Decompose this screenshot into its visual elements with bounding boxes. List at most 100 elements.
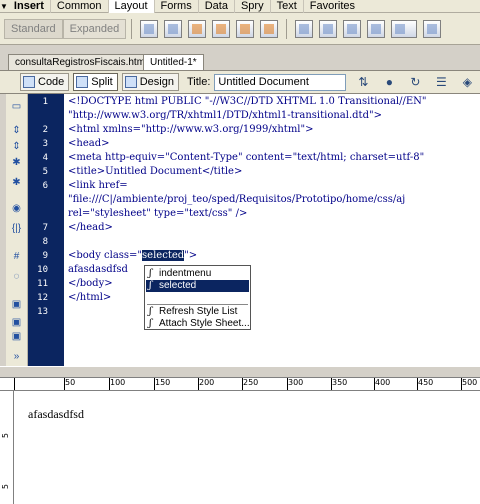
- code-view-label: Code: [38, 76, 65, 88]
- line-number-gutter: 1 2 3 4 5 6 7 8 9 − 10 11 12 13: [28, 94, 90, 366]
- ruler-label: 200: [199, 378, 215, 387]
- coding-toolbar: ▭ ⇕ ⇕ ✱ ✱ ◉ {|} # ◌ ▣ ▣ ▣ »: [6, 94, 28, 366]
- collapse-full-tag-icon[interactable]: ⇕: [9, 124, 24, 138]
- insert-row-icon[interactable]: [319, 19, 338, 38]
- design-body-text[interactable]: afasdasdfsd: [28, 407, 84, 422]
- code-line: </html>: [68, 292, 112, 303]
- code-line: afasdasdfsd: [68, 264, 128, 275]
- hint-item-selected[interactable]: ʃ selected: [146, 280, 249, 292]
- code-editor[interactable]: <!DOCTYPE html PUBLIC "-//W3C//DTD XHTML…: [64, 94, 480, 366]
- design-view-label: Design: [139, 76, 174, 88]
- file-management-icon[interactable]: ⇅: [354, 74, 372, 90]
- ruler-label: 150: [155, 378, 171, 387]
- line-number: 11: [37, 279, 48, 289]
- code-selected-class: selected: [142, 250, 185, 261]
- line-number: 1: [42, 97, 48, 107]
- standard-mode-button[interactable]: Standard: [4, 18, 63, 39]
- ruler-label: 500: [462, 378, 478, 387]
- remove-comment-icon[interactable]: ▣: [9, 316, 24, 330]
- word-wrap-icon[interactable]: ◌: [9, 270, 24, 284]
- tab-untitled-1[interactable]: Untitled-1*: [143, 54, 204, 70]
- code-line: <link href=: [68, 180, 128, 191]
- ruler-label: 450: [418, 378, 434, 387]
- line-number: 13: [37, 307, 48, 317]
- code-line: "http://www.w3.org/TR/xhtml1/DTD/xhtml1-…: [68, 110, 382, 121]
- ruler-label: 400: [375, 378, 391, 387]
- code-line-body-open: <body class="selected">: [68, 250, 197, 261]
- line-numbers-icon[interactable]: {|}: [9, 222, 24, 236]
- split-view-button[interactable]: Split: [73, 73, 118, 91]
- ruler-label: 5: [1, 433, 10, 439]
- design-view-icon: [124, 76, 137, 88]
- title-input[interactable]: [214, 73, 347, 91]
- balance-braces-icon[interactable]: ◉: [9, 202, 24, 216]
- split-view-divider[interactable]: [0, 366, 480, 378]
- ruler-label: 100: [110, 378, 126, 387]
- title-label: Title:: [186, 76, 211, 88]
- hint-action-label: Attach Style Sheet...: [159, 318, 250, 329]
- draw-ap-div-icon[interactable]: [188, 19, 207, 38]
- line-number: 5: [42, 167, 48, 177]
- layout-insert-toolbar: Standard Expanded: [0, 13, 480, 45]
- frames-dropdown-icon[interactable]: [391, 19, 418, 38]
- refresh-icon[interactable]: ↻: [406, 74, 424, 90]
- spry-menu-bar-icon[interactable]: [212, 19, 231, 38]
- open-documents-icon[interactable]: ▭: [9, 100, 24, 114]
- collapse-selection-icon[interactable]: ⇕: [9, 140, 24, 154]
- line-number: 10: [37, 265, 48, 275]
- tab-common[interactable]: Common: [49, 0, 108, 13]
- design-view-canvas[interactable]: afasdasdfsd: [14, 391, 480, 504]
- frameset-icon[interactable]: [423, 19, 442, 38]
- design-view-button[interactable]: Design: [121, 73, 179, 91]
- tab-favorites[interactable]: Favorites: [302, 0, 361, 13]
- attach-style-sheet-item[interactable]: ʃ Attach Style Sheet...: [146, 318, 250, 330]
- expanded-mode-button[interactable]: Expanded: [62, 18, 127, 39]
- document-toolbar: Code Split Design Title: ⇅ ● ↻ ☰ ◈: [0, 70, 480, 94]
- code-line: <meta http-equiv="Content-Type" content=…: [68, 152, 425, 163]
- code-line: rel="stylesheet" type="text/css" />: [68, 208, 248, 219]
- insert-bar-title[interactable]: Insert: [10, 0, 50, 12]
- split-view-icon: [76, 76, 89, 88]
- more-tools-chevron-icon[interactable]: »: [9, 350, 24, 364]
- spry-tabbed-panels-icon[interactable]: [236, 19, 255, 38]
- tab-consulta-registros-fiscais[interactable]: consultaRegistrosFiscais.html: [8, 54, 155, 70]
- css-class-icon: ʃ: [149, 268, 152, 279]
- spry-accordion-icon[interactable]: [260, 19, 279, 38]
- code-line: <!DOCTYPE html PUBLIC "-//W3C//DTD XHTML…: [68, 96, 427, 107]
- css-class-icon: ʃ: [149, 280, 152, 291]
- view-options-icon[interactable]: ☰: [432, 74, 450, 90]
- preview-in-browser-icon[interactable]: ●: [380, 74, 398, 90]
- tab-text[interactable]: Text: [269, 0, 303, 13]
- visual-aids-icon[interactable]: ◈: [458, 74, 476, 90]
- highlight-invalid-code-icon[interactable]: #: [9, 250, 24, 264]
- table-view-icon[interactable]: [295, 19, 314, 38]
- document-tabs: consultaRegistrosFiscais.html Untitled-1…: [0, 54, 480, 70]
- tab-spry[interactable]: Spry: [233, 0, 270, 13]
- code-line: </head>: [68, 222, 113, 233]
- tab-forms[interactable]: Forms: [153, 0, 198, 13]
- insert-column-icon[interactable]: [343, 19, 362, 38]
- hint-item-indentmenu[interactable]: ʃ indentmenu: [146, 268, 249, 280]
- code-line: </body>: [68, 278, 113, 289]
- select-parent-tag-icon[interactable]: ✱: [9, 176, 24, 190]
- css-class-icon: ʃ: [149, 306, 152, 317]
- collapse-triangle-icon[interactable]: ▼: [0, 2, 8, 11]
- insert-div-icon[interactable]: [164, 19, 183, 38]
- tab-data[interactable]: Data: [197, 0, 234, 13]
- line-number: 9: [42, 251, 48, 261]
- code-line: "file:///C|/ambiente/proj_teo/sped/Requi…: [68, 194, 406, 205]
- ruler-tick: [14, 378, 15, 390]
- ruler-label: 300: [288, 378, 304, 387]
- tab-layout[interactable]: Layout: [107, 0, 154, 13]
- ruler-label: 50: [65, 378, 76, 387]
- code-line: <html xmlns="http://www.w3.org/1999/xhtm…: [68, 124, 314, 135]
- code-view-button[interactable]: Code: [20, 73, 70, 91]
- table-icon[interactable]: [140, 19, 159, 38]
- expand-all-icon[interactable]: ✱: [9, 156, 24, 170]
- iframe-icon[interactable]: [367, 19, 386, 38]
- apply-comment-icon[interactable]: ▣: [9, 298, 24, 312]
- split-view-label: Split: [91, 76, 113, 88]
- refresh-style-list-item[interactable]: ʃ Refresh Style List: [146, 306, 249, 318]
- ruler-label: 5: [1, 484, 10, 490]
- wrap-tag-icon[interactable]: ▣: [9, 330, 24, 344]
